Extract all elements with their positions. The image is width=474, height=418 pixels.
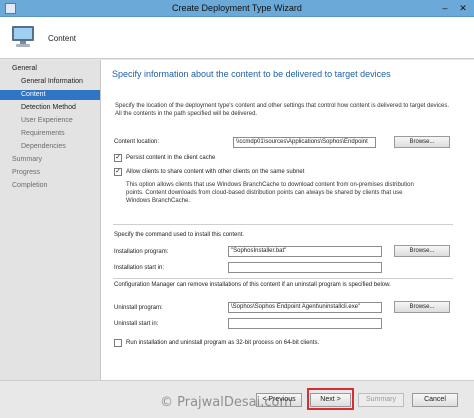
installation-program-field[interactable]: "SophosInstaller.bat" [228,246,382,257]
next-button-highlight [307,388,354,410]
nav-item-requirements[interactable]: Requirements [0,129,100,139]
content-description: Specify the location of the deployment t… [115,103,450,117]
nav-item-general[interactable]: General [0,64,100,74]
section-divider [113,278,453,279]
minimize-button[interactable]: – [437,3,453,14]
uninstall-intro-text: Configuration Manager can remove install… [114,282,391,288]
persist-content-checkbox[interactable]: ✓ [114,154,122,162]
content-location-label: Content location: [114,139,160,145]
uninstall-program-browse-button[interactable]: Browse... [394,301,450,313]
wizard-nav: General General Information Content Dete… [0,60,100,380]
close-button[interactable]: ✕ [455,3,471,14]
nav-item-dependencies[interactable]: Dependencies [0,142,100,152]
persist-content-label: Persist content in the client cache [126,155,216,161]
nav-item-completion[interactable]: Completion [0,181,100,191]
nav-item-general-information[interactable]: General Information [0,77,100,87]
watermark-text: © PrajwalDesai.com [160,395,293,410]
cancel-button[interactable]: Cancel [412,393,458,407]
section-title: Specify information about the content to… [112,69,391,79]
installation-program-browse-button[interactable]: Browse... [394,245,450,257]
installation-start-label: Installation start in: [114,265,165,271]
section-divider [113,224,453,225]
nav-item-user-experience[interactable]: User Experience [0,116,100,126]
wizard-header: Content [0,17,474,59]
content-location-field[interactable]: \\ccmdp01\sources\Applications\Sophos\En… [233,137,376,148]
window-title: Create Deployment Type Wizard [172,3,302,13]
uninstall-program-field[interactable]: \Sophos\Sophos Endpoint Agent\uninstallc… [228,302,382,313]
uninstall-start-label: Uninstall start in: [114,321,159,327]
run-32bit-label: Run installation and uninstall program a… [126,340,320,346]
run-32bit-checkbox[interactable] [114,339,122,347]
nav-item-summary[interactable]: Summary [0,155,100,165]
page-title: Content [48,34,77,43]
allow-share-checkbox[interactable]: ✓ [114,168,122,176]
branchcache-note: This option allows clients that use Wind… [126,182,414,204]
summary-button[interactable]: Summary [358,393,404,407]
nav-item-progress[interactable]: Progress [0,168,100,178]
installation-program-label: Installation program: [114,249,169,255]
installation-start-field[interactable] [228,262,382,273]
content-panel: Specify information about the content to… [100,60,474,380]
window-titlebar: Create Deployment Type Wizard – ✕ [0,0,474,17]
content-location-browse-button[interactable]: Browse... [394,136,450,148]
nav-item-detection-method[interactable]: Detection Method [0,103,100,113]
allow-share-label: Allow clients to share content with othe… [126,169,305,175]
uninstall-program-label: Uninstall program: [114,305,163,311]
uninstall-start-field[interactable] [228,318,382,329]
command-intro-text: Specify the command used to install this… [114,232,245,238]
computer-icon [12,26,34,47]
nav-item-content[interactable]: Content [0,90,100,100]
